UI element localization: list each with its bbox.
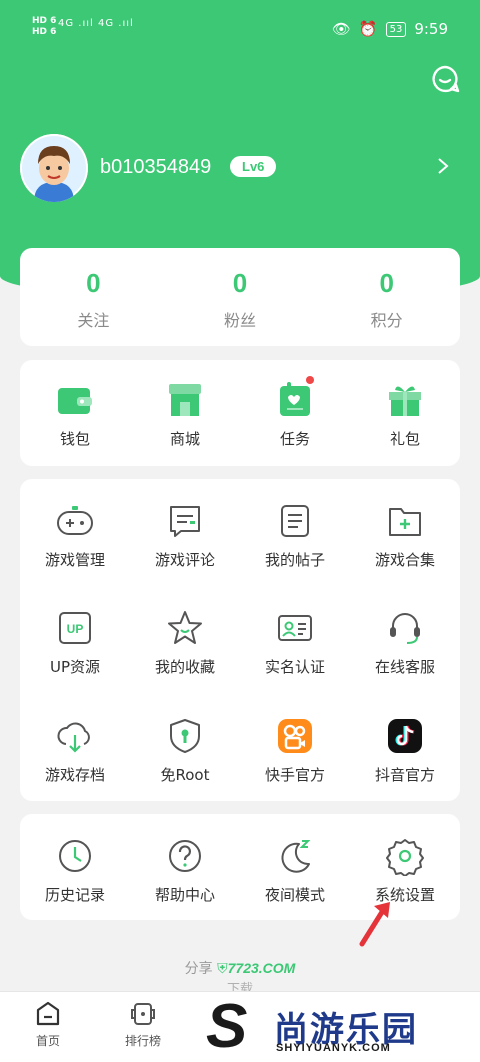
svg-text:UP: UP <box>67 622 84 636</box>
signal-icon: 4G .ııl 4G .ııl <box>58 18 134 29</box>
comment-icon <box>170 506 200 537</box>
features-card: 游戏管理 游戏评论 我的帖子 游戏合集 UP UP资源 我的收藏 实名认证 在线… <box>20 479 460 801</box>
my-posts-button[interactable]: 我的帖子 <box>240 479 350 585</box>
message-icon[interactable] <box>430 64 460 94</box>
stat-followers[interactable]: 0 粉丝 <box>167 248 314 346</box>
stat-following[interactable]: 0 关注 <box>20 248 167 346</box>
folder-add-icon <box>389 508 421 536</box>
shop-button[interactable]: 商城 <box>130 360 240 466</box>
avatar-image <box>20 134 88 202</box>
cloud-download-icon <box>57 722 90 753</box>
up-resources-button[interactable]: UP UP资源 <box>20 586 130 692</box>
no-root-button[interactable]: 免Root <box>130 694 240 800</box>
stat-points[interactable]: 0 积分 <box>313 248 460 346</box>
help-icon <box>169 840 201 872</box>
game-reviews-button[interactable]: 游戏评论 <box>130 479 240 585</box>
shield-icon <box>170 718 200 753</box>
my-favorites-button[interactable]: 我的收藏 <box>130 586 240 692</box>
red-arrow-annotation <box>359 902 390 947</box>
task-icon <box>280 382 310 416</box>
douyin-official-button[interactable]: 抖音官方 <box>350 694 460 800</box>
game-management-button[interactable]: 游戏管理 <box>20 479 130 585</box>
star-icon <box>168 611 202 645</box>
game-collections-button[interactable]: 游戏合集 <box>350 479 460 585</box>
share-footer: 分享 ⛨7723.COM <box>184 960 296 977</box>
eye-icon: 👁 <box>331 20 351 38</box>
level-badge: Lv6 <box>230 156 277 177</box>
shop-icon <box>169 384 201 416</box>
gear-icon <box>386 839 424 876</box>
watermark-url: SHYIYUANYK.COM <box>276 1042 391 1054</box>
kuaishou-official-button[interactable]: 快手官方 <box>240 694 350 800</box>
wallet-button[interactable]: 钱包 <box>20 360 130 466</box>
status-bar: HD 6 HD 6 4G .ııl 4G .ııl 👁 ⏰ 53 9:59 <box>0 0 480 60</box>
headset-icon <box>390 613 420 645</box>
real-name-verification-button[interactable]: 实名认证 <box>240 586 350 692</box>
profile-row[interactable]: b010354849 Lv6 <box>20 134 460 204</box>
gift-icon <box>389 386 421 416</box>
history-button[interactable]: 历史记录 <box>20 814 130 920</box>
clock-time: 9:59 <box>414 20 448 38</box>
gamepad-icon <box>57 506 93 535</box>
clock-icon <box>59 840 91 872</box>
username: b010354849 <box>100 156 212 178</box>
tab-ranking[interactable]: 排行榜 <box>108 1000 178 1049</box>
ranking-icon <box>131 1003 155 1025</box>
quick-actions-card: 钱包 商城 任务 礼包 <box>20 360 460 466</box>
game-saves-button[interactable]: 游戏存档 <box>20 694 130 800</box>
stats-card: 0 关注 0 粉丝 0 积分 <box>20 248 460 346</box>
avatar[interactable] <box>20 134 88 202</box>
help-center-button[interactable]: 帮助中心 <box>130 814 240 920</box>
network-indicators: HD 6 HD 6 <box>32 16 57 37</box>
douyin-icon <box>388 718 422 753</box>
post-icon <box>281 505 309 537</box>
night-mode-button[interactable]: 夜间模式 <box>240 814 350 920</box>
watermark-logo: S <box>206 992 248 1061</box>
gift-button[interactable]: 礼包 <box>350 360 460 466</box>
battery-indicator: 53 <box>385 21 407 37</box>
site-logo-icon: ⛨ <box>217 961 228 977</box>
task-button[interactable]: 任务 <box>240 360 350 466</box>
alarm-icon: ⏰ <box>358 20 378 38</box>
notification-dot <box>306 376 314 384</box>
wallet-icon <box>58 388 92 414</box>
chevron-right-icon[interactable] <box>436 156 450 176</box>
moon-icon <box>281 840 311 873</box>
watermark: S 尚游乐园 SHYIYUANYK.COM <box>200 996 480 1061</box>
kuaishou-icon <box>278 718 312 753</box>
tab-home[interactable]: 首页 <box>13 1000 83 1049</box>
online-support-button[interactable]: 在线客服 <box>350 586 460 692</box>
id-card-icon <box>278 615 312 642</box>
home-icon <box>36 1001 60 1026</box>
up-icon: UP <box>59 612 91 645</box>
